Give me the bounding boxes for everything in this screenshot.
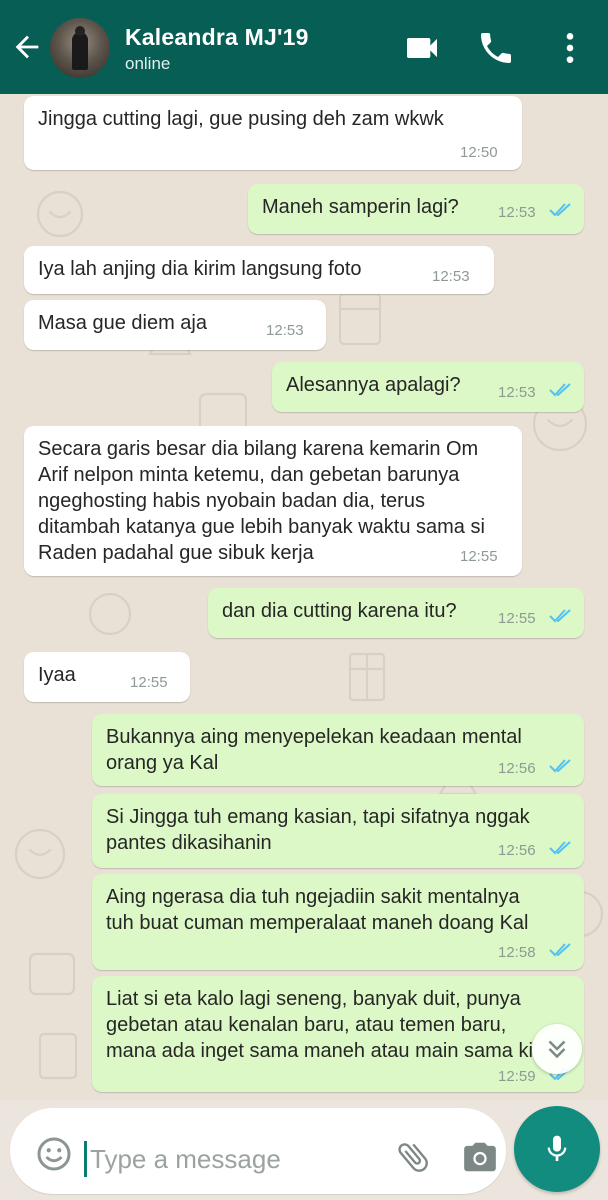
message-time: 12:53 (432, 268, 470, 285)
message-time: 12:56 (498, 842, 536, 859)
message-time: 12:56 (498, 760, 536, 777)
message-bubble-incoming[interactable]: Jingga cutting lagi, gue pusing deh zam … (24, 96, 522, 170)
message-bubble-outgoing[interactable]: Alesannya apalagi? 12:53 (272, 362, 584, 412)
chat-header: Kaleandra MJ'19 online (0, 0, 608, 94)
message-bubble-outgoing[interactable]: Bukannya aing menyepelekan keadaan menta… (92, 714, 584, 786)
message-input[interactable]: Type a message (10, 1108, 506, 1194)
message-time: 12:55 (460, 548, 498, 565)
double-check-icon (549, 759, 571, 773)
message-time: 12:58 (498, 944, 536, 961)
message-bubble-incoming[interactable]: Masa gue diem aja 12:53 (24, 300, 326, 350)
emoji-icon[interactable] (36, 1136, 72, 1172)
message-time: 12:59 (498, 1068, 536, 1085)
message-text: Liat si eta kalo lagi seneng, banyak dui… (106, 988, 533, 1062)
message-time: 12:53 (498, 204, 536, 221)
message-text: Iyaa (38, 664, 76, 686)
message-bubble-outgoing[interactable]: Aing ngerasa dia tuh ngejadiin sakit men… (92, 874, 584, 970)
message-text: Aing ngerasa dia tuh ngejadiin sakit men… (106, 886, 529, 934)
contact-name[interactable]: Kaleandra MJ'19 (125, 24, 309, 51)
message-time: 12:53 (498, 384, 536, 401)
contact-status: online (125, 54, 171, 73)
message-bubble-outgoing[interactable]: Liat si eta kalo lagi seneng, banyak dui… (92, 976, 584, 1092)
message-text: Jingga cutting lagi, gue pusing deh zam … (38, 108, 444, 130)
message-text: Masa gue diem aja (38, 312, 207, 334)
mic-icon (547, 1135, 567, 1161)
arrow-back-icon[interactable] (10, 30, 44, 64)
message-bubble-outgoing[interactable]: Si Jingga tuh emang kasian, tapi sifatny… (92, 794, 584, 868)
paperclip-icon[interactable] (394, 1138, 432, 1176)
more-vert-icon[interactable] (550, 28, 590, 68)
message-bubble-outgoing[interactable]: dan dia cutting karena itu? 12:55 (208, 588, 584, 638)
message-time: 12:53 (266, 322, 304, 339)
text-cursor (84, 1141, 87, 1177)
chevron-double-down-icon (548, 1040, 566, 1059)
double-check-icon (549, 383, 571, 397)
double-check-icon (549, 203, 571, 217)
message-text: Bukannya aing menyepelekan keadaan menta… (106, 726, 522, 774)
double-check-icon (549, 841, 571, 855)
message-text: Secara garis besar dia bilang karena kem… (38, 438, 485, 564)
message-text: dan dia cutting karena itu? (222, 600, 457, 622)
message-list[interactable]: Jingga cutting lagi, gue pusing deh zam … (0, 94, 608, 1110)
camera-icon[interactable] (460, 1138, 500, 1176)
message-time: 12:50 (460, 144, 498, 161)
message-time: 12:55 (130, 674, 168, 691)
message-time: 12:55 (498, 610, 536, 627)
message-text: Iya lah anjing dia kirim langsung foto (38, 258, 362, 280)
message-bubble-incoming[interactable]: Iya lah anjing dia kirim langsung foto 1… (24, 246, 494, 294)
video-call-icon[interactable] (402, 28, 442, 68)
message-text: Maneh samperin lagi? (262, 196, 459, 218)
message-bubble-outgoing[interactable]: Maneh samperin lagi? 12:53 (248, 184, 584, 234)
scroll-to-bottom-button[interactable] (532, 1024, 582, 1074)
voice-record-button[interactable] (514, 1106, 600, 1192)
message-text: Si Jingga tuh emang kasian, tapi sifatny… (106, 806, 530, 854)
message-bubble-incoming[interactable]: Secara garis besar dia bilang karena kem… (24, 426, 522, 576)
message-placeholder: Type a message (90, 1144, 281, 1174)
double-check-icon (549, 609, 571, 623)
double-check-icon (549, 943, 571, 957)
message-text: Alesannya apalagi? (286, 374, 461, 396)
phone-icon[interactable] (476, 28, 516, 68)
avatar[interactable] (50, 18, 110, 78)
message-bubble-incoming[interactable]: Iyaa 12:55 (24, 652, 190, 702)
